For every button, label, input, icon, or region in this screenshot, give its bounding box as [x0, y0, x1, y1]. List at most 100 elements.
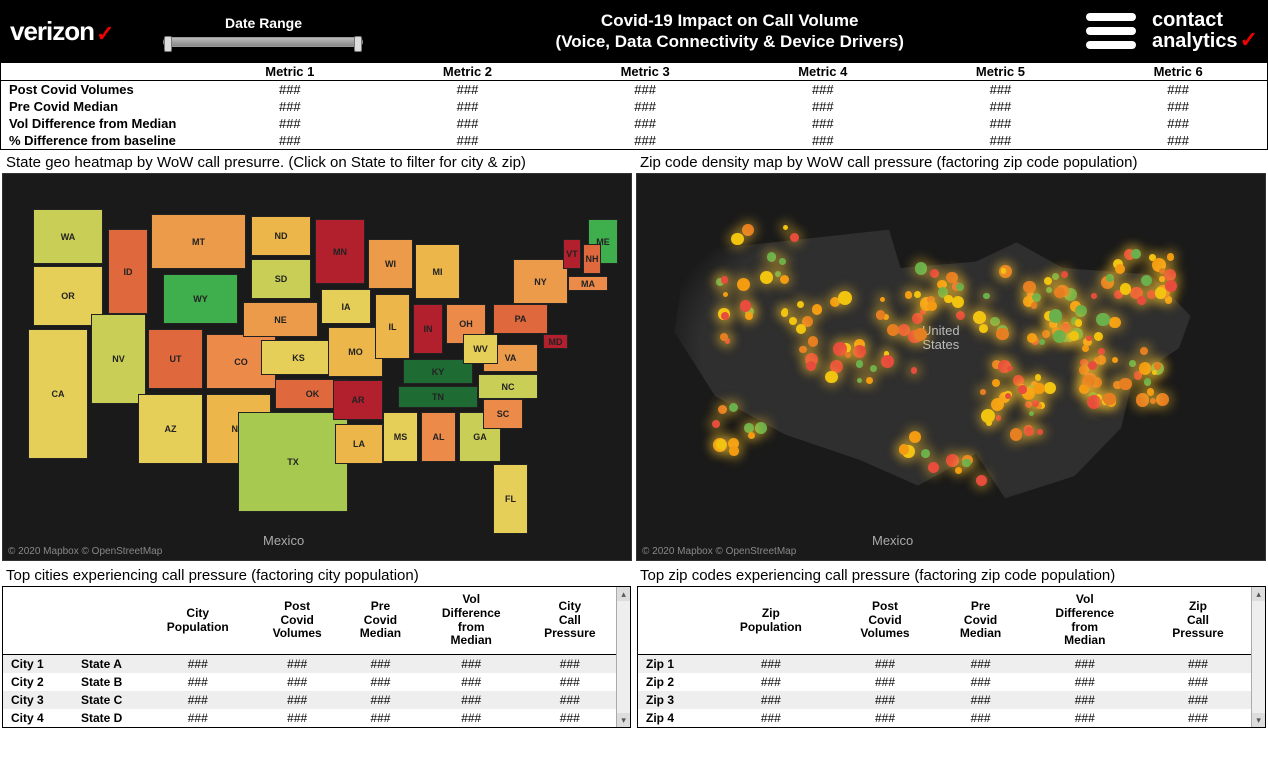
date-range-label: Date Range [153, 15, 373, 31]
city-value-cell: ### [419, 673, 523, 691]
state-wa[interactable]: WA [33, 209, 103, 264]
table-row[interactable]: Zip 1############### [638, 655, 1251, 674]
state-sc[interactable]: SC [483, 399, 523, 429]
state-pa[interactable]: PA [493, 304, 548, 334]
state-md[interactable]: MD [543, 334, 568, 349]
city-name-cell: City 1 [3, 655, 73, 674]
state-la[interactable]: LA [335, 424, 383, 464]
zip-density-dot [782, 308, 788, 314]
zip-density-map[interactable]: UnitedStates Mexico © 2020 Mapbox © Open… [636, 173, 1266, 561]
zip-density-dot [927, 301, 937, 311]
state-vt[interactable]: VT [563, 239, 581, 269]
zip-density-dot [1031, 302, 1038, 309]
metrics-summary-table: Metric 1Metric 2Metric 3Metric 4Metric 5… [0, 62, 1268, 150]
metric-cell: ### [556, 115, 734, 132]
state-wy[interactable]: WY [163, 274, 238, 324]
zip-value-cell: ### [834, 673, 937, 691]
zip-value-cell: ### [936, 673, 1025, 691]
state-nc[interactable]: NC [478, 374, 538, 399]
zip-density-dot [1025, 401, 1032, 408]
state-ny[interactable]: NY [513, 259, 568, 304]
zip-density-dot [1079, 385, 1088, 394]
state-ks[interactable]: KS [261, 340, 336, 375]
state-az[interactable]: AZ [138, 394, 203, 464]
state-tn[interactable]: TN [398, 386, 478, 408]
state-ma[interactable]: MA [568, 276, 608, 291]
zip-density-dot [1131, 249, 1141, 259]
city-value-cell: ### [143, 691, 253, 709]
zip-density-dot [979, 324, 988, 333]
state-nv[interactable]: NV [91, 314, 146, 404]
state-ia[interactable]: IA [321, 289, 371, 324]
state-sd[interactable]: SD [251, 259, 311, 299]
zip-density-dot [1156, 393, 1170, 407]
state-id[interactable]: ID [108, 229, 148, 314]
state-wv[interactable]: WV [463, 334, 498, 364]
state-nd[interactable]: ND [251, 216, 311, 256]
state-nh[interactable]: NH [583, 244, 601, 274]
state-mn[interactable]: MN [315, 219, 365, 284]
metric-cell: ### [556, 81, 734, 99]
table-row[interactable]: Zip 3############### [638, 691, 1251, 709]
state-ca[interactable]: CA [28, 329, 88, 459]
city-table-scrollbar[interactable]: ▴ ▾ [616, 587, 630, 727]
scroll-down-icon[interactable]: ▾ [1252, 713, 1265, 727]
state-ms[interactable]: MS [383, 412, 418, 462]
contact-analytics-logo: contact analytics✓ [1152, 11, 1258, 51]
zip-density-dot [760, 271, 773, 284]
zip-density-dot [755, 422, 767, 434]
map-attribution-2: © 2020 Mapbox © OpenStreetMap [642, 546, 796, 557]
metric-cell: ### [912, 81, 1090, 99]
scroll-up-icon[interactable]: ▴ [617, 587, 630, 601]
state-il[interactable]: IL [375, 294, 410, 359]
table-row[interactable]: Zip 2############### [638, 673, 1251, 691]
metric-cell: ### [201, 115, 379, 132]
zip-value-cell: ### [834, 691, 937, 709]
state-ar[interactable]: AR [333, 380, 383, 420]
city-value-cell: ### [253, 709, 342, 727]
state-fl[interactable]: FL [493, 464, 528, 534]
zip-value-cell: ### [1145, 655, 1252, 674]
state-in[interactable]: IN [413, 304, 443, 354]
city-value-cell: ### [342, 709, 419, 727]
state-heatmap[interactable]: Mexico © 2020 Mapbox © OpenStreetMap WAO… [2, 173, 632, 561]
menu-icon[interactable] [1086, 13, 1136, 49]
state-wi[interactable]: WI [368, 239, 413, 289]
zip-density-dot [780, 275, 789, 284]
state-ut[interactable]: UT [148, 329, 203, 389]
zip-density-dot [796, 324, 806, 334]
zip-density-dot [876, 310, 886, 320]
scroll-up-icon[interactable]: ▴ [1252, 587, 1265, 601]
scroll-down-icon[interactable]: ▾ [617, 713, 630, 727]
zip-table-scrollbar[interactable]: ▴ ▾ [1251, 587, 1265, 727]
analytics-check-icon: ✓ [1240, 27, 1258, 52]
date-range-slider[interactable] [163, 37, 363, 47]
table-row[interactable]: City 1State A############### [3, 655, 616, 674]
table-row[interactable]: Zip 4############### [638, 709, 1251, 727]
zip-name-cell: Zip 2 [638, 673, 708, 691]
state-ne[interactable]: NE [243, 302, 318, 337]
zip-density-dot [983, 293, 990, 300]
zip-table-header: VolDifferencefromMedian [1025, 587, 1145, 655]
state-mi[interactable]: MI [415, 244, 460, 299]
zip-density-dot [853, 345, 866, 358]
state-name-cell: State B [73, 673, 143, 691]
metric-cell: ### [556, 132, 734, 149]
city-table-header: CityCallPressure [523, 587, 616, 655]
state-mt[interactable]: MT [151, 214, 246, 269]
city-table-header [73, 587, 143, 655]
zip-density-dot [729, 446, 739, 456]
metric-cell: ### [734, 115, 912, 132]
state-al[interactable]: AL [421, 412, 456, 462]
table-row[interactable]: City 3State C############### [3, 691, 616, 709]
metric-cell: ### [379, 132, 557, 149]
table-row[interactable]: City 4State D############### [3, 709, 616, 727]
zip-density-dot [976, 313, 986, 323]
top-zips-title: Top zip codes experiencing call pressure… [634, 565, 1268, 586]
zip-density-dot [1144, 378, 1152, 386]
zip-table-header: PreCovidMedian [936, 587, 1025, 655]
zip-density-dot [1129, 360, 1136, 367]
table-row[interactable]: City 2State B############### [3, 673, 616, 691]
zip-density-dot [1075, 319, 1083, 327]
state-tx[interactable]: TX [238, 412, 348, 512]
